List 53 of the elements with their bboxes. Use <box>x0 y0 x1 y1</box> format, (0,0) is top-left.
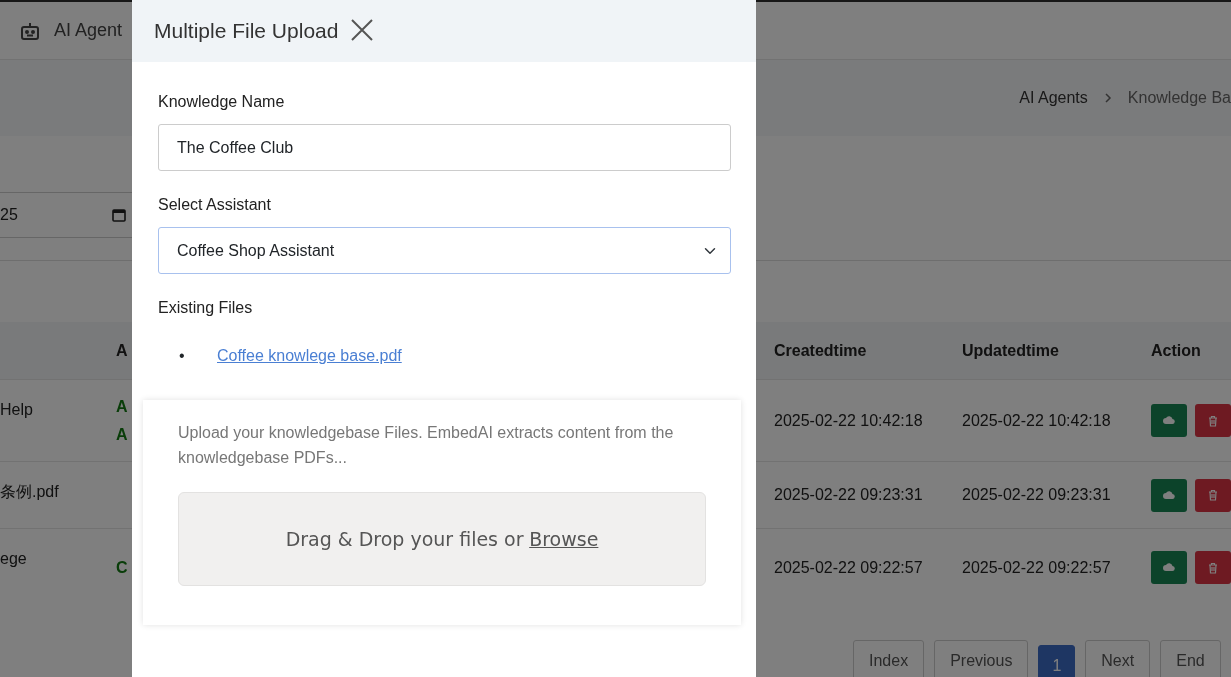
field-label: Existing Files <box>158 298 253 318</box>
table-cell-text: 2025-02-22 10:42:18 <box>962 410 1111 431</box>
column-header: Action <box>1151 340 1201 361</box>
table-cell-text: 2025-02-22 09:23:31 <box>774 485 923 505</box>
file-link[interactable]: Coffee knowlege base.pdf <box>217 347 402 364</box>
trash-icon <box>1208 489 1218 501</box>
table-cell-text: 2025-02-22 10:42:18 <box>774 410 923 431</box>
upload-button[interactable] <box>1151 478 1187 512</box>
status-text: C <box>116 557 128 578</box>
delete-button[interactable] <box>1195 404 1231 437</box>
column-header: A <box>116 340 128 361</box>
page-button[interactable]: End <box>1160 640 1221 677</box>
dropzone-text: Drag & Drop your files or <box>285 526 524 552</box>
trash-icon <box>1208 561 1218 574</box>
input-field[interactable]: The Coffee Club <box>158 124 731 171</box>
date-value: 25 <box>0 205 18 225</box>
robot-icon <box>20 20 40 41</box>
upload-hint: Upload your knowledgebase Files. EmbedAI extracts content from the knowledgebase PDFs... <box>178 423 675 468</box>
modal-title: Multiple File Upload <box>154 18 339 44</box>
breadcrumb-item[interactable]: AI Agents <box>1019 86 1088 110</box>
bullet: • <box>179 346 186 366</box>
upload-button[interactable] <box>1151 404 1187 437</box>
delete-button[interactable] <box>1195 551 1231 584</box>
table-cell-text: 2025-02-22 09:22:57 <box>774 557 923 578</box>
cloud-icon <box>1163 563 1175 572</box>
browse-link[interactable]: Browse <box>529 524 599 554</box>
page-button[interactable]: 1 <box>1038 645 1076 677</box>
close-button[interactable] <box>350 17 375 41</box>
table-cell-text: 2025-02-22 09:22:57 <box>962 557 1111 578</box>
column-header: Createdtime <box>774 340 867 361</box>
field-label: Select Assistant <box>158 195 271 215</box>
upload-button[interactable] <box>1151 551 1187 584</box>
cloud-icon <box>1163 416 1175 425</box>
dropzone[interactable]: Drag & Drop your files or Browse <box>178 492 706 586</box>
page-button[interactable]: Previous <box>934 640 1029 677</box>
page-button[interactable]: Index <box>853 640 925 677</box>
table-cell-text: 2025-02-22 09:23:31 <box>962 485 1111 505</box>
chevron-icon <box>1103 93 1112 103</box>
cloud-icon <box>1163 490 1175 500</box>
assistant-select[interactable]: Coffee Shop Assistant <box>158 227 731 274</box>
navbar-title[interactable]: AI Agent <box>54 17 123 44</box>
calendar-icon[interactable] <box>112 208 126 222</box>
table-cell-text: ege <box>0 549 27 569</box>
breadcrumb-item: Knowledge Ba <box>1127 88 1231 108</box>
status-text: A <box>116 424 128 445</box>
table-cell-text: Help <box>0 400 33 420</box>
table-cell-text: 条例.pdf <box>0 482 59 502</box>
column-header: Updatedtime <box>962 340 1059 361</box>
trash-icon <box>1208 414 1218 427</box>
status-text: A <box>116 396 128 417</box>
delete-button[interactable] <box>1195 478 1231 512</box>
page-button[interactable]: Next <box>1085 640 1151 677</box>
field-label: Knowledge Name <box>158 92 285 112</box>
